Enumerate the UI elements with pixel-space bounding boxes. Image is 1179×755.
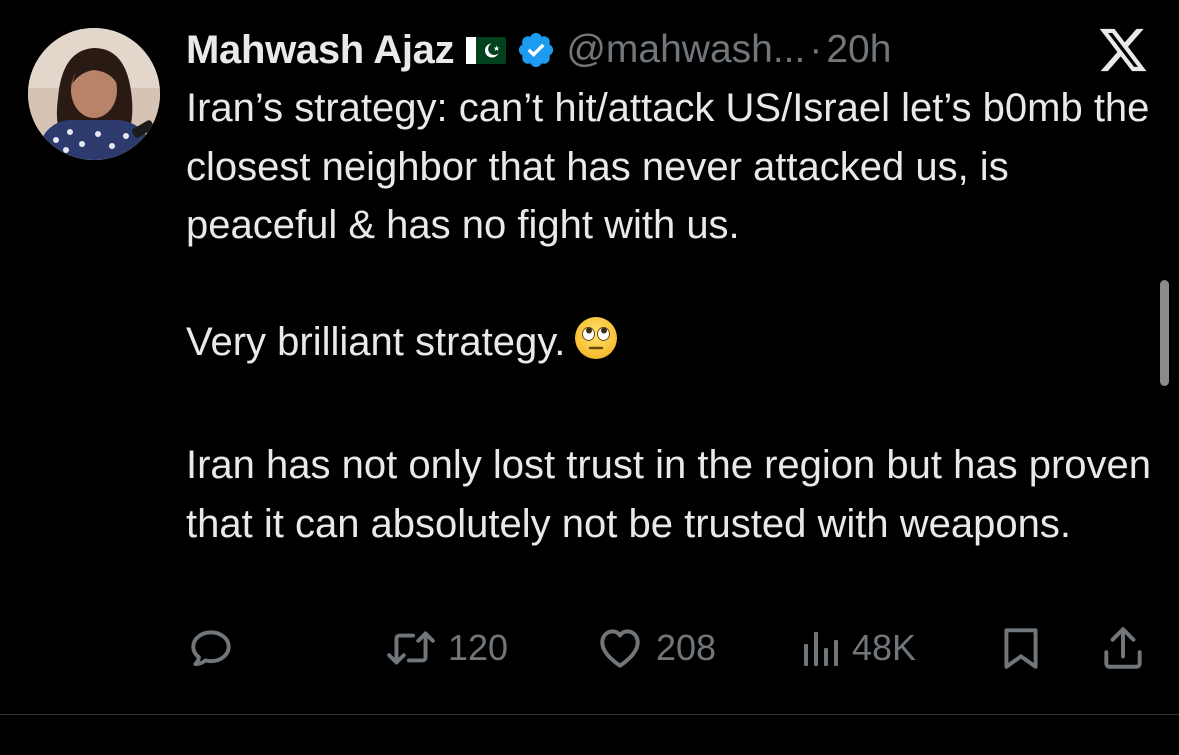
- retweet-icon: [384, 623, 438, 673]
- pakistan-flag-icon: [466, 36, 507, 64]
- share-icon: [1098, 623, 1148, 673]
- face-with-rolling-eyes-emoji: [573, 315, 619, 378]
- scrollbar[interactable]: [1160, 280, 1169, 386]
- tweet-paragraph: Very brilliant strategy.: [186, 313, 1161, 378]
- tweet-text: Iran’s strategy: can’t hit/attack US/Isr…: [186, 79, 1161, 553]
- reply-icon: [186, 623, 236, 673]
- divider: [0, 714, 1179, 715]
- like-count: 208: [656, 627, 717, 668]
- tweet-card[interactable]: Mahwash Ajaz @mahwash... · 20h Iran’s st…: [0, 0, 1179, 714]
- author-display-name[interactable]: Mahwash Ajaz: [186, 28, 455, 73]
- avatar[interactable]: [28, 28, 160, 160]
- tweet-actions: 120 208 48K: [186, 620, 1152, 676]
- tweet-paragraph-text: Very brilliant strategy.: [186, 320, 566, 364]
- views-icon: [802, 628, 842, 668]
- bookmark-button[interactable]: [996, 620, 1046, 676]
- tweet-header: Mahwash Ajaz @mahwash... · 20h: [186, 24, 891, 76]
- tweet-paragraph: Iran’s strategy: can’t hit/attack US/Isr…: [186, 86, 1150, 247]
- like-button[interactable]: 208: [594, 620, 716, 676]
- separator-dot: ·: [809, 28, 823, 71]
- share-button[interactable]: [1098, 620, 1148, 676]
- tweet-paragraph: Iran has not only lost trust in the regi…: [186, 443, 1152, 546]
- views-count: 48K: [852, 627, 917, 668]
- author-handle[interactable]: @mahwash...: [566, 28, 805, 72]
- tweet-timestamp[interactable]: 20h: [826, 28, 891, 72]
- retweet-count: 120: [448, 627, 509, 668]
- views-button[interactable]: 48K: [802, 620, 916, 676]
- retweet-button[interactable]: 120: [384, 620, 508, 676]
- heart-icon: [594, 623, 646, 673]
- x-logo-icon: [1097, 24, 1149, 76]
- verified-badge-icon: [516, 30, 556, 70]
- bookmark-icon: [996, 623, 1046, 673]
- reply-button[interactable]: [186, 620, 236, 676]
